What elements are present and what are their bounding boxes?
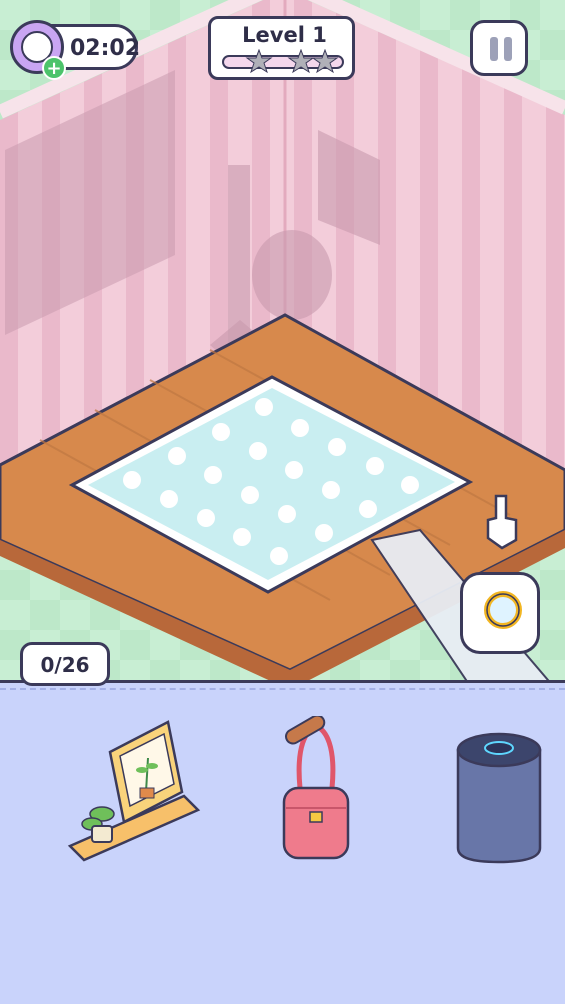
tray-item-picture-frame-shelf[interactable] xyxy=(66,718,202,866)
timer-text: 02:02 xyxy=(70,36,141,61)
pause-button[interactable] xyxy=(470,20,528,76)
magnifier-button[interactable] xyxy=(460,572,540,654)
star-progress-bar xyxy=(222,49,344,74)
tray-divider xyxy=(0,688,565,690)
speaker-icon xyxy=(456,732,542,864)
tray-item-pink-handbag[interactable] xyxy=(276,714,358,868)
tray-item-smart-speaker[interactable] xyxy=(452,720,548,868)
add-time-button[interactable]: + xyxy=(42,56,66,80)
level-panel: Level 1 xyxy=(208,16,355,80)
handbag-icon xyxy=(282,714,350,860)
pointer-hand-icon xyxy=(482,492,522,552)
pause-icon xyxy=(490,37,498,61)
level-title: Level 1 xyxy=(242,23,327,47)
magnifier-icon xyxy=(484,591,522,629)
picture-frame-icon xyxy=(67,720,201,862)
found-counter: 0/26 xyxy=(20,642,110,686)
